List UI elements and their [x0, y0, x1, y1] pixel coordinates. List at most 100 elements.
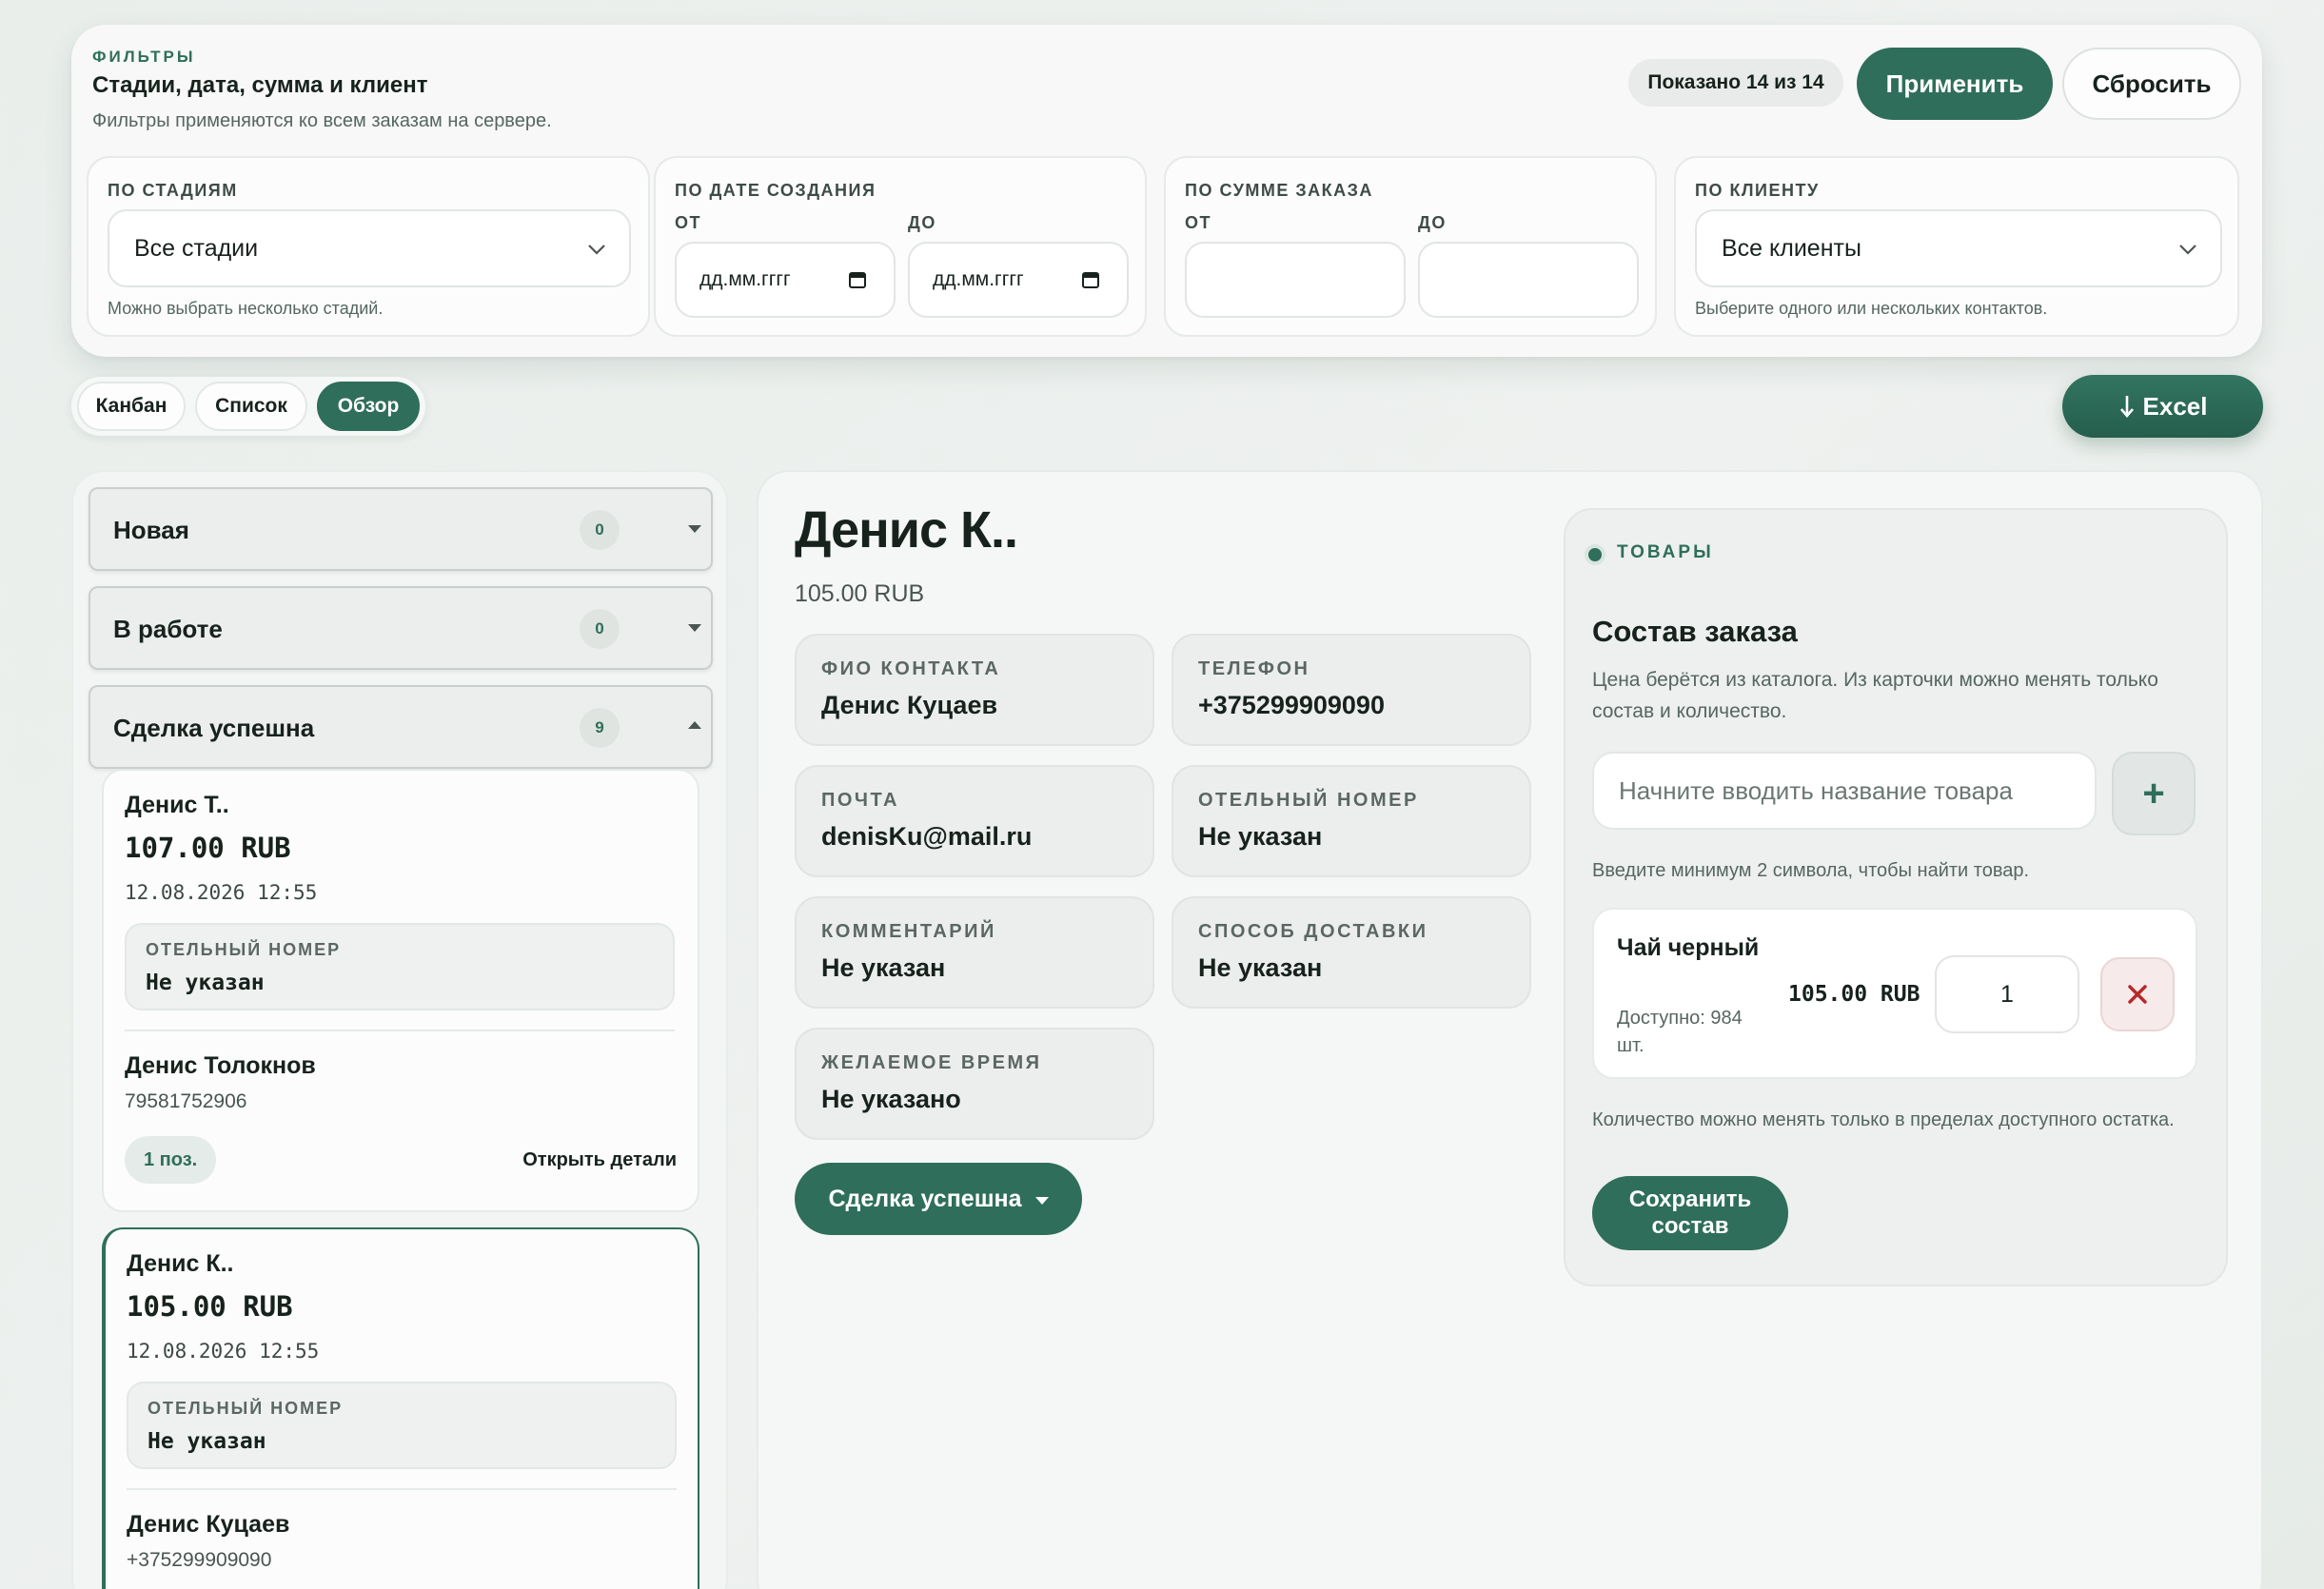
shown-count-badge: Показано 14 из 14	[1628, 59, 1843, 107]
caret-up-icon	[688, 721, 701, 729]
info-label: КОММЕНТАРИЙ	[821, 921, 996, 942]
stage-header-new[interactable]: Новая 0	[89, 487, 713, 571]
add-product-button[interactable]: +	[2112, 752, 2196, 835]
date-to-input[interactable]: дд.мм.гггг	[908, 242, 1129, 318]
export-excel-label: Excel	[2142, 391, 2208, 421]
calendar-icon[interactable]	[1081, 270, 1100, 289]
stage-name: Новая	[113, 516, 189, 544]
goods-description: Цена берётся из каталога. Из карточки мо…	[1592, 669, 2158, 722]
order-price: 107.00 RUB	[125, 832, 291, 864]
stage-name: Сделка успешна	[113, 714, 315, 742]
item-name: Чай черный	[1617, 934, 1760, 961]
export-excel-button[interactable]: Excel	[2062, 375, 2263, 438]
date-to-label: ДО	[908, 213, 936, 232]
order-contact-name: Денис Толокнов	[125, 1052, 316, 1079]
info-label: ЖЕЛАЕМОЕ ВРЕМЯ	[821, 1052, 1042, 1073]
order-field: ОТЕЛЬНЫЙ НОМЕР Не указан	[127, 1382, 677, 1469]
stage-header-in-progress[interactable]: В работе 0	[89, 586, 713, 670]
order-field: ОТЕЛЬНЫЙ НОМЕР Не указан	[125, 923, 675, 1010]
order-name: Денис Т..	[125, 792, 229, 818]
stage-count-badge: 0	[580, 609, 620, 649]
order-card[interactable]: Денис Т.. 107.00 RUB 12.08.2026 12:55 ОТ…	[102, 769, 699, 1212]
order-card-selected[interactable]: Денис К.. 105.00 RUB 12.08.2026 12:55 ОТ…	[102, 1227, 699, 1589]
details-title: Денис К..	[795, 501, 1018, 559]
order-details-panel: Денис К.. 105.00 RUB ФИО КОНТАКТА Денис …	[757, 470, 2263, 1589]
info-label: ОТЕЛЬНЫЙ НОМЕР	[1198, 790, 1419, 811]
order-item-row: Чай черный Доступно: 984 шт. 105.00 RUB …	[1592, 908, 2197, 1079]
positions-badge: 1 поз.	[125, 1136, 217, 1184]
order-price: 105.00 RUB	[127, 1290, 293, 1323]
plus-icon: +	[2142, 772, 2165, 814]
download-arrow-icon	[2119, 396, 2134, 418]
info-label: ТЕЛЕФОН	[1198, 658, 1310, 679]
stage-filter-hint: Можно выбрать несколько стадий.	[108, 299, 384, 318]
date-filter-label: ПО ДАТЕ СОЗДАНИЯ	[675, 181, 876, 200]
info-desired-time: ЖЕЛАЕМОЕ ВРЕМЯ Не указано	[795, 1028, 1154, 1140]
details-price: 105.00 RUB	[795, 580, 925, 607]
view-tabs: Канбан Список Обзор	[71, 377, 425, 436]
info-delivery: СПОСОБ ДОСТАВКИ Не указан	[1172, 896, 1531, 1009]
stage-filter-label: ПО СТАДИЯМ	[108, 181, 238, 200]
sum-filter: ПО СУММЕ ЗАКАЗА ОТ ДО	[1164, 156, 1657, 337]
info-label: ПОЧТА	[821, 790, 899, 811]
caret-down-icon	[688, 525, 701, 533]
order-field-value: Не указан	[148, 1429, 266, 1454]
info-value: denisKu@mail.ru	[821, 822, 1033, 851]
divider	[127, 1488, 677, 1490]
stage-name: В работе	[113, 615, 223, 643]
order-field-label: ОТЕЛЬНЫЙ НОМЕР	[148, 1399, 344, 1418]
stage-filter: ПО СТАДИЯМ Все стадии Можно выбрать неск…	[87, 156, 650, 337]
stage-count-badge: 0	[580, 510, 620, 550]
info-value: +375299909090	[1198, 691, 1385, 719]
sum-to-label: ДО	[1418, 213, 1447, 232]
tab-list[interactable]: Список	[195, 382, 307, 431]
order-name: Денис К..	[127, 1250, 234, 1277]
open-details-link[interactable]: Открыть детали	[522, 1149, 677, 1171]
remove-item-button[interactable]	[2100, 957, 2175, 1031]
filters-panel: ФИЛЬТРЫ Стадии, дата, сумма и клиент Фил…	[71, 25, 2262, 357]
close-icon	[2128, 985, 2147, 1004]
date-to-placeholder: дд.мм.гггг	[933, 268, 1024, 290]
order-field-label: ОТЕЛЬНЫЙ НОМЕР	[146, 940, 342, 959]
tab-kanban[interactable]: Канбан	[77, 382, 186, 431]
order-contact-phone: 79581752906	[125, 1090, 247, 1112]
quantity-note: Количество можно менять только в предела…	[1592, 1109, 2175, 1130]
item-price: 105.00 RUB	[1788, 982, 1920, 1007]
goods-eyebrow: ТОВАРЫ	[1617, 542, 1714, 562]
client-select[interactable]: Все клиенты	[1695, 209, 2222, 287]
info-value: Не указан	[821, 953, 946, 982]
goods-panel: ТОВАРЫ Состав заказа Цена берётся из кат…	[1564, 508, 2228, 1286]
filters-eyebrow: ФИЛЬТРЫ	[92, 48, 196, 66]
apply-button[interactable]: Применить	[1857, 48, 2053, 120]
sum-from-label: ОТ	[1185, 213, 1211, 232]
chevron-down-icon	[588, 245, 605, 255]
stage-dropdown-label: Сделка успешна	[828, 1185, 1022, 1212]
order-field-value: Не указан	[146, 971, 265, 995]
info-label: СПОСОБ ДОСТАВКИ	[1198, 921, 1428, 942]
tab-overview[interactable]: Обзор	[317, 382, 420, 431]
divider	[125, 1030, 675, 1031]
sum-from-input[interactable]	[1185, 242, 1406, 318]
filters-subtitle: Фильтры применяются ко всем заказам на с…	[92, 110, 552, 131]
stage-header-success[interactable]: Сделка успешна 9	[89, 685, 713, 769]
order-date: 12.08.2026 12:55	[125, 881, 318, 904]
quantity-input[interactable]: 1	[1935, 955, 2079, 1033]
stage-dropdown-button[interactable]: Сделка успешна	[795, 1163, 1082, 1235]
filters-title: Стадии, дата, сумма и клиент	[92, 72, 428, 98]
stage-select-value: Все стадии	[134, 234, 259, 262]
client-filter-hint: Выберите одного или нескольких контактов…	[1695, 299, 2048, 318]
chevron-down-icon	[2179, 245, 2196, 255]
date-from-input[interactable]: дд.мм.гггг	[675, 242, 896, 318]
calendar-icon[interactable]	[848, 270, 867, 289]
info-value: Не указан	[1198, 822, 1323, 851]
sum-to-input[interactable]	[1418, 242, 1639, 318]
info-value: Не указан	[1198, 953, 1323, 982]
stage-select[interactable]: Все стадии	[108, 209, 631, 287]
info-value: Не указано	[821, 1085, 961, 1113]
goods-title: Состав заказа	[1592, 615, 1798, 648]
info-phone: ТЕЛЕФОН +375299909090	[1172, 634, 1531, 746]
save-composition-button[interactable]: Сохранить состав	[1592, 1176, 1788, 1250]
info-contact-name: ФИО КОНТАКТА Денис Куцаев	[795, 634, 1154, 746]
product-search-input[interactable]: Начните вводить название товара	[1592, 752, 2097, 830]
reset-button[interactable]: Сбросить	[2062, 48, 2241, 120]
